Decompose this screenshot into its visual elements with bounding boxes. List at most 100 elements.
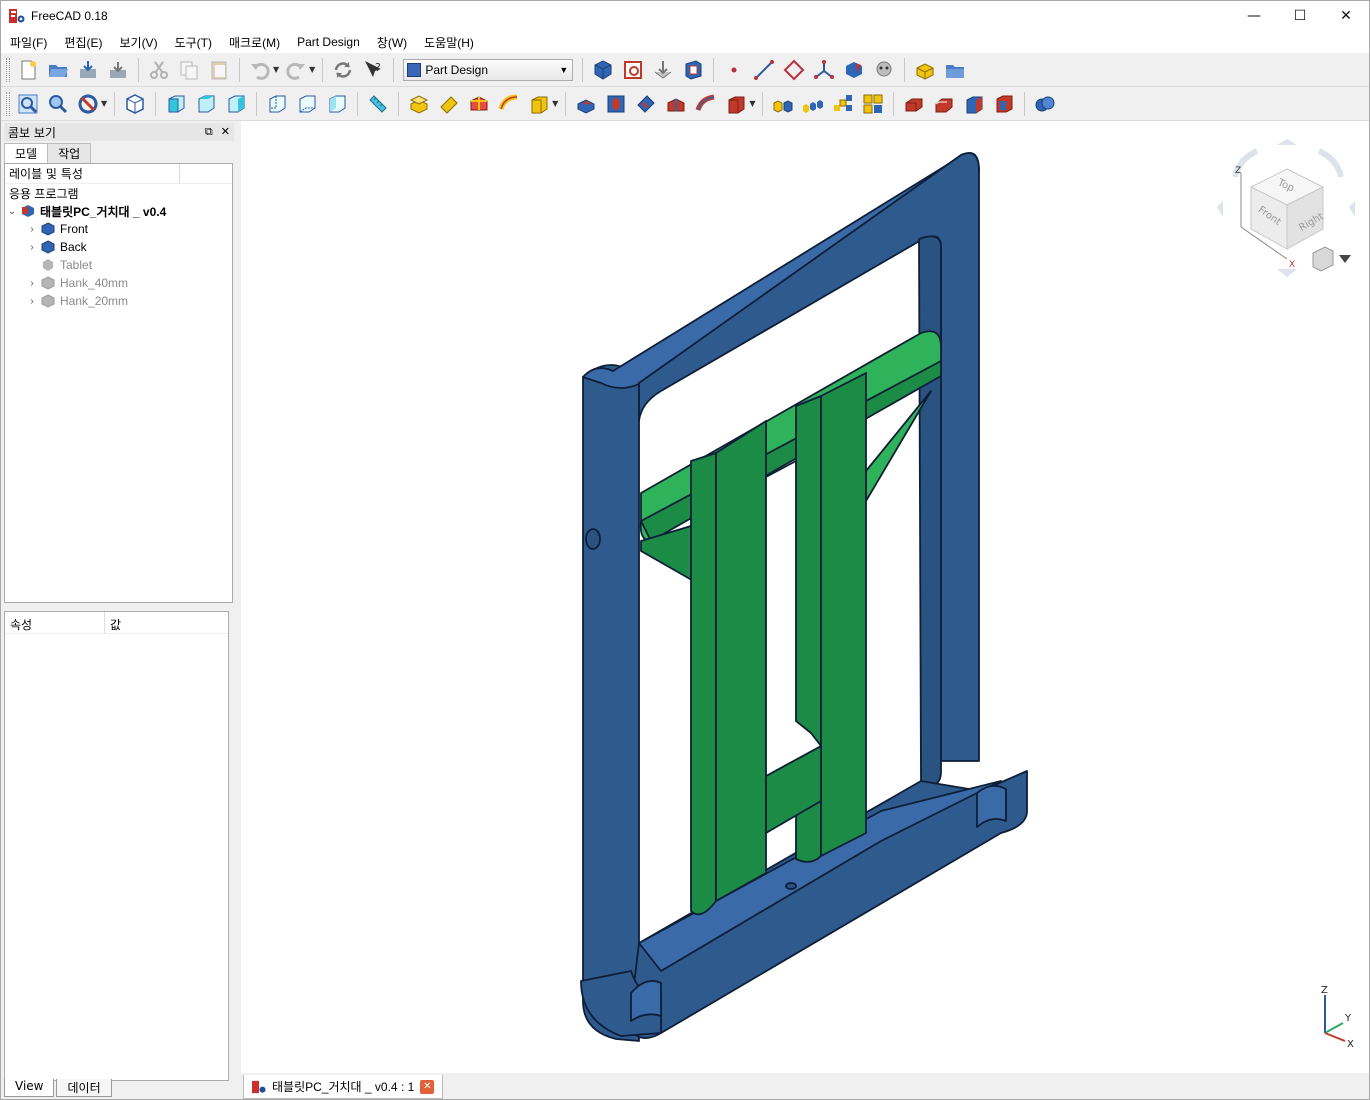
subtractive-loft-icon[interactable]	[663, 91, 689, 117]
menu-macro[interactable]: 매크로(M)	[220, 34, 288, 51]
tablet-stand-model[interactable]	[241, 121, 1369, 1073]
chevron-right-icon[interactable]: ›	[25, 278, 39, 289]
shape-binder-icon[interactable]	[841, 57, 867, 83]
view-right-icon[interactable]	[223, 91, 249, 117]
paste-icon[interactable]	[206, 57, 232, 83]
additive-primitive-icon[interactable]	[526, 91, 552, 117]
refresh-icon[interactable]	[330, 57, 356, 83]
datum-plane-icon[interactable]	[781, 57, 807, 83]
cut-icon[interactable]	[146, 57, 172, 83]
pad-icon[interactable]	[406, 91, 432, 117]
view-isometric-icon[interactable]	[122, 91, 148, 117]
create-body-icon[interactable]	[590, 57, 616, 83]
map-sketch-icon[interactable]	[680, 57, 706, 83]
view-left-icon[interactable]	[324, 91, 350, 117]
menu-edit[interactable]: 편집(E)	[55, 34, 110, 51]
multi-transform-icon[interactable]	[860, 91, 886, 117]
fit-selection-icon[interactable]	[45, 91, 71, 117]
menu-window[interactable]: 창(W)	[368, 34, 415, 51]
fit-all-icon[interactable]	[15, 91, 41, 117]
tree-document-row[interactable]: ⌄ 태블릿PC_거치대 _ v0.4	[5, 202, 232, 220]
menu-file[interactable]: 파일(F)	[1, 34, 55, 51]
draw-style-dropdown-icon[interactable]: ▼	[101, 99, 107, 108]
menu-help[interactable]: 도움말(H)	[415, 34, 482, 51]
datum-line-icon[interactable]	[751, 57, 777, 83]
chamfer-icon[interactable]	[931, 91, 957, 117]
copy-icon[interactable]	[176, 57, 202, 83]
subtractive-primitive-icon[interactable]	[723, 91, 749, 117]
close-tab-icon[interactable]: ✕	[420, 1079, 435, 1094]
save-icon[interactable]	[75, 57, 101, 83]
svg-text:?: ?	[375, 61, 381, 74]
clone-icon[interactable]	[871, 57, 897, 83]
whats-this-icon[interactable]: ?	[360, 57, 386, 83]
property-column-header[interactable]: 속성	[5, 612, 105, 633]
tab-model[interactable]: 모델	[4, 143, 49, 163]
boolean-operation-icon[interactable]	[1032, 91, 1058, 117]
draw-style-icon[interactable]	[75, 91, 101, 117]
tab-data[interactable]: 데이터	[56, 1079, 112, 1097]
tree-item-front[interactable]: › Front	[5, 220, 232, 238]
maximize-button[interactable]: ☐	[1277, 1, 1323, 31]
revolution-icon[interactable]	[436, 91, 462, 117]
additive-pipe-icon[interactable]	[496, 91, 522, 117]
tree-item-hank-20mm[interactable]: › Hank_20mm	[5, 292, 232, 310]
thickness-icon[interactable]	[991, 91, 1017, 117]
combo-view-title: 콤보 보기	[8, 125, 56, 140]
datum-point-icon[interactable]	[721, 57, 747, 83]
measure-distance-icon[interactable]	[365, 91, 391, 117]
chevron-right-icon[interactable]: ›	[25, 224, 39, 235]
linear-pattern-icon[interactable]	[800, 91, 826, 117]
redo-dropdown-icon[interactable]: ▼	[309, 65, 315, 74]
minimize-button[interactable]: —	[1231, 1, 1277, 31]
undo-icon[interactable]	[247, 57, 273, 83]
value-column-header[interactable]: 값	[105, 612, 126, 633]
view-front-icon[interactable]	[163, 91, 189, 117]
pocket-icon[interactable]	[573, 91, 599, 117]
tree-item-hank-40mm[interactable]: › Hank_40mm	[5, 274, 232, 292]
float-panel-icon[interactable]: ⧉	[205, 125, 213, 139]
view-bottom-icon[interactable]	[294, 91, 320, 117]
subtractive-pipe-icon[interactable]	[693, 91, 719, 117]
menu-view[interactable]: 보기(V)	[110, 34, 165, 51]
undo-dropdown-icon[interactable]: ▼	[273, 65, 279, 74]
tree-item-tablet[interactable]: Tablet	[5, 256, 232, 274]
draft-icon[interactable]	[961, 91, 987, 117]
tab-tasks[interactable]: 작업	[47, 143, 92, 163]
additive-primitive-dropdown-icon[interactable]: ▼	[552, 99, 558, 108]
close-button[interactable]: ✕	[1323, 1, 1369, 31]
toolbar-grip[interactable]	[6, 91, 10, 116]
hole-icon[interactable]	[603, 91, 629, 117]
view-top-icon[interactable]	[193, 91, 219, 117]
tree-item-back[interactable]: › Back	[5, 238, 232, 256]
3d-viewport[interactable]: Top Front Right Z X Z Y X	[241, 121, 1369, 1073]
mirrored-icon[interactable]	[770, 91, 796, 117]
new-document-icon[interactable]	[15, 57, 41, 83]
create-sketch-icon[interactable]	[620, 57, 646, 83]
save-as-icon[interactable]	[105, 57, 131, 83]
create-group-icon[interactable]	[942, 57, 968, 83]
groove-icon[interactable]	[633, 91, 659, 117]
polar-pattern-icon[interactable]	[830, 91, 856, 117]
navcube-menu-icon[interactable]	[1339, 255, 1351, 263]
workbench-selector[interactable]: Part Design ▼	[403, 58, 574, 81]
validate-sketch-icon[interactable]	[650, 57, 676, 83]
local-coordinate-system-icon[interactable]	[811, 57, 837, 83]
fillet-icon[interactable]	[901, 91, 927, 117]
open-folder-icon[interactable]	[45, 57, 71, 83]
menu-tools[interactable]: 도구(T)	[166, 34, 220, 51]
tab-view[interactable]: View	[4, 1079, 55, 1097]
view-rear-icon[interactable]	[264, 91, 290, 117]
chevron-down-icon[interactable]: ⌄	[5, 206, 19, 217]
chevron-right-icon[interactable]: ›	[25, 296, 39, 307]
additive-loft-icon[interactable]	[466, 91, 492, 117]
document-tab[interactable]: 태블릿PC_거치대 _ v0.4 : 1 ✕	[243, 1075, 443, 1099]
create-part-icon[interactable]	[912, 57, 938, 83]
redo-icon[interactable]	[283, 57, 309, 83]
chevron-right-icon[interactable]: ›	[25, 242, 39, 253]
menu-part-design[interactable]: Part Design	[288, 35, 368, 49]
navigation-cube[interactable]: Top Front Right Z X	[1209, 129, 1359, 279]
close-panel-icon[interactable]: ✕	[221, 125, 230, 139]
subtractive-primitive-dropdown-icon[interactable]: ▼	[749, 99, 755, 108]
toolbar-grip[interactable]	[6, 57, 10, 82]
